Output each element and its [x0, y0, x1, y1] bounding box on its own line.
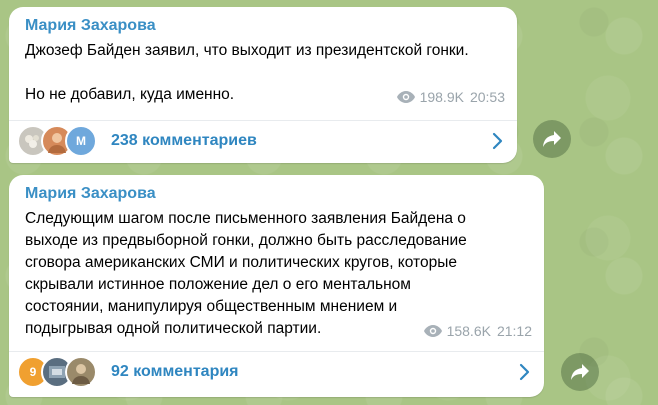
share-button[interactable] — [533, 120, 571, 158]
comments-label: 92 комментария — [111, 363, 239, 380]
share-arrow-icon — [571, 364, 589, 380]
message-author[interactable]: Мария Захарова — [25, 185, 156, 203]
avatar-letter: М — [76, 134, 86, 148]
message-author[interactable]: Мария Захарова — [25, 17, 156, 35]
message-time: 20:53 — [469, 89, 505, 105]
message-bubble: Мария Захарова Джозеф Байден заявил, что… — [9, 7, 517, 163]
views-value: 158.6K — [446, 323, 491, 339]
message-time: 21:12 — [496, 323, 532, 339]
comments-button[interactable]: 9 92 комментария — [17, 352, 532, 392]
avatar: М — [65, 125, 97, 157]
share-arrow-icon — [543, 131, 561, 147]
view-count: 198.9K — [396, 89, 464, 105]
comments-label: 238 комментариев — [111, 132, 257, 149]
eye-icon — [423, 325, 442, 337]
message-bubble: Мария Захарова Следующим шагом после пис… — [9, 175, 544, 397]
view-count: 158.6K — [423, 323, 491, 339]
views-value: 198.9K — [419, 89, 464, 105]
chevron-right-icon — [492, 132, 503, 150]
message-meta: 198.9K 20:53 — [396, 89, 505, 105]
message-meta: 158.6K 21:12 — [423, 323, 532, 339]
comments-button[interactable]: М 238 комментариев — [17, 121, 505, 161]
share-button[interactable] — [561, 353, 599, 391]
message-text: Следующим шагом после письменного заявле… — [25, 210, 467, 337]
commenter-avatars: 9 — [17, 356, 97, 388]
chevron-right-icon — [519, 363, 530, 381]
avatar — [65, 356, 97, 388]
commenter-avatars: М — [17, 125, 97, 157]
avatar-badge: 9 — [29, 365, 37, 379]
eye-icon — [396, 91, 415, 103]
